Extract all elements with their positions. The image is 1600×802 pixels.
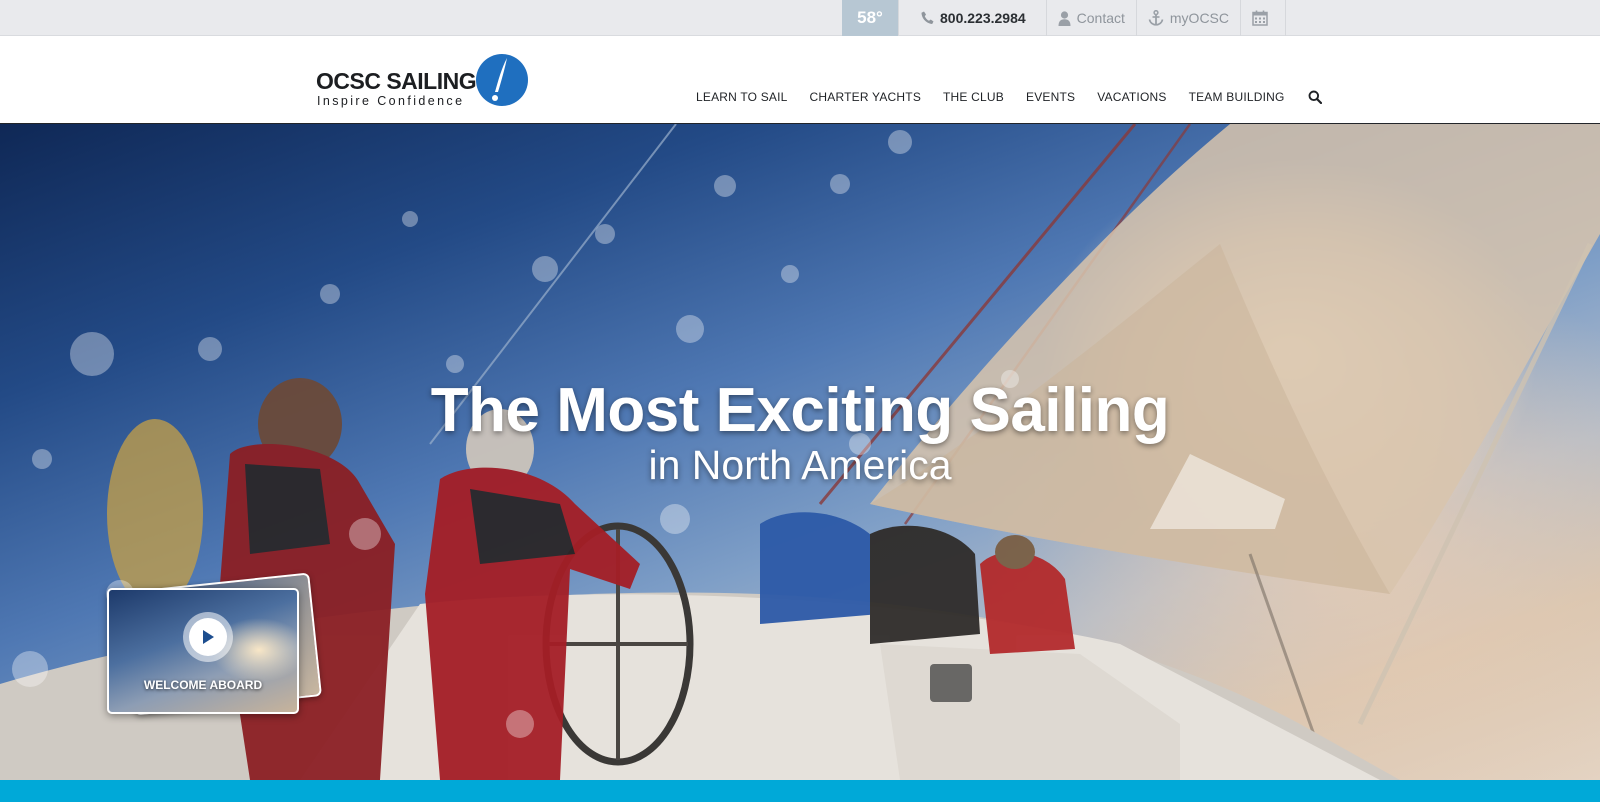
contact-label: Contact: [1076, 10, 1125, 26]
sail-logo-icon: [476, 54, 528, 106]
nav-vacations[interactable]: VACATIONS: [1097, 90, 1166, 104]
search-button[interactable]: [1308, 90, 1322, 104]
logo-wordmark: OCSC SAILING: [316, 68, 477, 94]
phone-icon: [921, 11, 934, 24]
play-icon: [203, 630, 214, 644]
utility-links: 58° 800.223.2984 Contact myOCSC: [842, 0, 1287, 36]
main-navigation: LEARN TO SAIL CHARTER YACHTS THE CLUB EV…: [696, 90, 1322, 104]
user-icon: [1058, 10, 1071, 26]
temperature-value: 58°: [857, 8, 883, 27]
nav-the-club[interactable]: THE CLUB: [943, 90, 1004, 104]
phone-number: 800.223.2984: [940, 10, 1026, 26]
video-thumbnail[interactable]: WELCOME ABOARD: [107, 588, 299, 714]
logo-tagline: Inspire Confidence: [317, 94, 465, 108]
nav-team-building[interactable]: TEAM BUILDING: [1189, 90, 1285, 104]
bottom-accent-strip: [0, 780, 1600, 802]
site-logo[interactable]: OCSC SAILING Inspire Confidence: [316, 52, 530, 110]
nav-charter-yachts[interactable]: CHARTER YACHTS: [810, 90, 922, 104]
search-icon: [1308, 90, 1322, 104]
myocsc-label: myOCSC: [1169, 10, 1230, 26]
welcome-video-card[interactable]: WELCOME ABOARD: [104, 572, 324, 716]
video-label: WELCOME ABOARD: [143, 678, 263, 692]
weather-temperature: 58°: [842, 0, 898, 36]
myocsc-link[interactable]: myOCSC: [1135, 0, 1240, 36]
calendar-link[interactable]: [1240, 0, 1287, 36]
play-button[interactable]: [183, 612, 233, 662]
phone-link[interactable]: 800.223.2984: [898, 0, 1046, 36]
hero-subtitle: in North America: [648, 442, 952, 488]
contact-link[interactable]: Contact: [1045, 0, 1136, 36]
hero-title: The Most Exciting Sailing: [430, 376, 1170, 445]
hero-banner: The Most Exciting Sailing in North Ameri…: [0, 124, 1600, 780]
site-header: OCSC SAILING Inspire Confidence LEARN TO…: [0, 36, 1600, 124]
calendar-icon: [1252, 10, 1268, 26]
anchor-icon: [1148, 10, 1164, 26]
nav-events[interactable]: EVENTS: [1026, 90, 1075, 104]
utility-bar: 58° 800.223.2984 Contact myOCSC: [0, 0, 1600, 36]
nav-learn-to-sail[interactable]: LEARN TO SAIL: [696, 90, 788, 104]
